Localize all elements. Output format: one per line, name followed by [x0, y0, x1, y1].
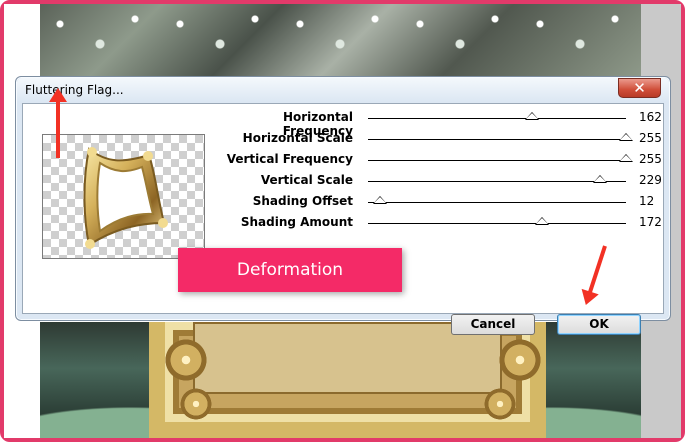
- horizontal-frequency-value: 162: [639, 110, 662, 124]
- close-icon: ✕: [633, 79, 646, 97]
- horizontal-frequency-slider-track[interactable]: [368, 118, 626, 119]
- shading-amount-value: 172: [639, 215, 662, 229]
- red-up-arrow-icon: [49, 88, 67, 158]
- deformation-callout: Deformation: [178, 248, 402, 292]
- ok-button[interactable]: OK: [557, 314, 641, 335]
- shading-amount-slider-thumb[interactable]: [535, 217, 550, 225]
- vertical-scale-label: Vertical Scale: [260, 173, 353, 187]
- horizontal-scale-slider-track[interactable]: [368, 139, 626, 140]
- dialog-title: Fluttering Flag...: [25, 83, 124, 97]
- vertical-scale-slider-track[interactable]: [368, 181, 626, 182]
- shading-offset-label: Shading Offset: [252, 194, 353, 208]
- frame-ornament-left: [162, 336, 210, 384]
- horizontal-scale-value: 255: [639, 131, 662, 145]
- vertical-frequency-slider-track[interactable]: [368, 160, 626, 161]
- dialog-titlebar: Fluttering Flag... ✕: [17, 78, 669, 102]
- vertical-scale-slider-thumb[interactable]: [592, 175, 607, 183]
- cancel-button[interactable]: Cancel: [451, 314, 535, 335]
- vertical-frequency-label: Vertical Frequency: [226, 152, 353, 166]
- close-button[interactable]: ✕: [618, 78, 661, 98]
- horizontal-scale-slider-thumb[interactable]: [619, 133, 633, 141]
- shading-amount-label: Shading Amount: [240, 215, 353, 229]
- vertical-scale-value: 229: [639, 173, 662, 187]
- shading-amount-slider-track[interactable]: [368, 223, 626, 224]
- horizontal-frequency-slider-thumb[interactable]: [524, 112, 539, 120]
- frame-ornament-right: [496, 336, 544, 384]
- horizontal-scale-label: Horizontal Scale: [242, 131, 353, 145]
- shading-offset-slider-thumb[interactable]: [373, 196, 388, 204]
- preview-panel: [42, 134, 205, 259]
- background-texture-top: [40, 4, 641, 80]
- vertical-frequency-slider-thumb[interactable]: [619, 154, 633, 162]
- vertical-frequency-value: 255: [639, 152, 662, 166]
- shading-offset-value: 12: [639, 194, 655, 208]
- frame-ornament-bottom-right: [482, 386, 518, 422]
- frame-ornament-bottom-left: [178, 386, 214, 422]
- preview-warped-frame: [83, 147, 168, 249]
- shading-offset-slider-track[interactable]: [368, 202, 626, 203]
- golden-frame-artwork: [149, 322, 546, 438]
